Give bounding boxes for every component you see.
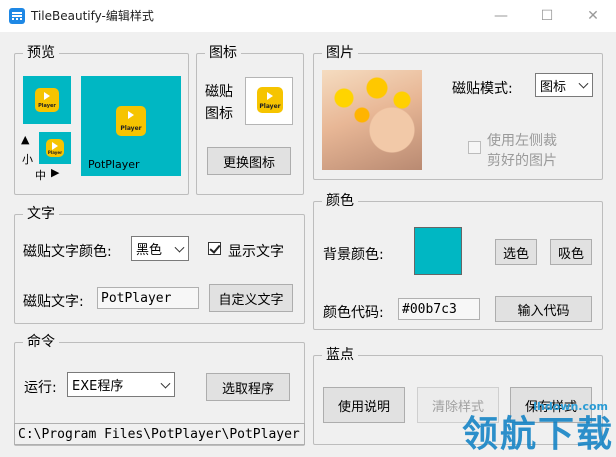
input-code-button[interactable]: 输入代码 xyxy=(495,296,592,322)
text-color-value: 黑色 xyxy=(136,243,163,258)
potplayer-icon: Player xyxy=(116,106,146,136)
tile-app-name: PotPlayer xyxy=(88,158,140,171)
tile-icon-label-line1: 磁贴 xyxy=(205,84,233,100)
bg-color-swatch[interactable] xyxy=(414,227,462,275)
app-icon xyxy=(9,8,25,24)
image-legend: 图片 xyxy=(322,44,358,62)
tile-icon-preview: Player xyxy=(245,77,293,125)
close-button[interactable]: ✕ xyxy=(570,0,616,32)
title-bar: TileBeautify-编辑样式 — ☐ ✕ xyxy=(0,0,616,32)
potplayer-icon: Player xyxy=(46,139,64,157)
preview-tile-small: Player xyxy=(39,132,71,164)
show-text-label: 显示文字 xyxy=(228,244,284,260)
show-text-checkbox[interactable] xyxy=(208,242,221,255)
resize-up-arrow[interactable]: ▲ xyxy=(21,133,29,146)
color-code-label: 颜色代码: xyxy=(323,305,384,321)
use-left-image-checkbox[interactable] xyxy=(468,141,481,154)
text-color-label: 磁贴文字颜色: xyxy=(23,244,112,260)
run-type-value: EXE程序 xyxy=(72,379,124,394)
tile-mode-select[interactable]: 图标 xyxy=(535,73,593,97)
text-legend: 文字 xyxy=(23,205,59,223)
tile-text-label: 磁贴文字: xyxy=(23,294,84,310)
chevron-down-icon xyxy=(174,242,185,253)
color-code-field[interactable]: #00b7c3 xyxy=(398,298,480,320)
program-path-field[interactable]: C:\Program Files\PotPlayer\PotPlayer xyxy=(14,423,305,445)
tile-icon-label-line2: 图标 xyxy=(205,106,233,122)
window-title: TileBeautify-编辑样式 xyxy=(31,9,154,23)
preview-tile-medium-small: Player xyxy=(23,76,71,124)
text-group: 文字 磁贴文字颜色: 黑色 显示文字 磁贴文字: PotPlayer 自定义文字 xyxy=(14,205,305,324)
color-group: 颜色 背景颜色: 选色 吸色 颜色代码: #00b7c3 输入代码 xyxy=(313,192,603,330)
potplayer-icon: Player xyxy=(35,88,59,112)
tile-mode-label: 磁贴模式: xyxy=(452,81,513,97)
change-icon-button[interactable]: 更换图标 xyxy=(207,147,291,175)
size-label-small: 小 xyxy=(22,153,33,166)
pick-color-button[interactable]: 选色 xyxy=(495,239,537,265)
preview-group: 预览 Player Player ▲ 小 中 ▶ Player PotPlaye… xyxy=(14,44,189,195)
custom-text-button[interactable]: 自定义文字 xyxy=(209,284,293,312)
use-left-image-label-line2: 剪好的图片 xyxy=(487,153,557,169)
brand-watermark: 领航下载 xyxy=(461,414,614,455)
image-group: 图片 磁贴模式: 图标 使用左侧裁 剪好的图片 xyxy=(313,44,603,180)
absorb-color-button[interactable]: 吸色 xyxy=(550,239,592,265)
maximize-button[interactable]: ☐ xyxy=(524,0,570,32)
use-left-image-label-line1: 使用左侧裁 xyxy=(487,133,557,149)
command-group: 命令 运行: EXE程序 选取程序 C:\Program Files\PotPl… xyxy=(14,333,305,446)
potplayer-icon: Player xyxy=(257,87,283,113)
tile-mode-value: 图标 xyxy=(540,79,567,95)
command-legend: 命令 xyxy=(23,333,59,351)
chevron-down-icon xyxy=(160,378,171,389)
usage-button[interactable]: 使用说明 xyxy=(323,387,405,423)
run-label: 运行: xyxy=(24,380,57,396)
tile-image-preview[interactable] xyxy=(322,70,422,170)
tile-text-field[interactable]: PotPlayer xyxy=(97,287,199,309)
text-color-select[interactable]: 黑色 xyxy=(131,236,189,261)
icon-group: 图标 磁贴 图标 Player 更换图标 xyxy=(196,44,304,195)
choose-program-button[interactable]: 选取程序 xyxy=(206,373,290,401)
color-legend: 颜色 xyxy=(322,192,358,210)
minimize-button[interactable]: — xyxy=(478,0,524,32)
bg-color-label: 背景颜色: xyxy=(323,247,384,263)
preview-legend: 预览 xyxy=(23,44,59,62)
icon-legend: 图标 xyxy=(205,44,241,62)
size-label-medium: 中 xyxy=(35,169,46,182)
chevron-down-icon xyxy=(578,78,589,89)
preview-tile-large: Player PotPlayer xyxy=(81,76,181,176)
blue-dot-legend: 蓝点 xyxy=(322,346,358,364)
resize-right-arrow[interactable]: ▶ xyxy=(51,166,59,179)
run-type-select[interactable]: EXE程序 xyxy=(67,372,175,397)
